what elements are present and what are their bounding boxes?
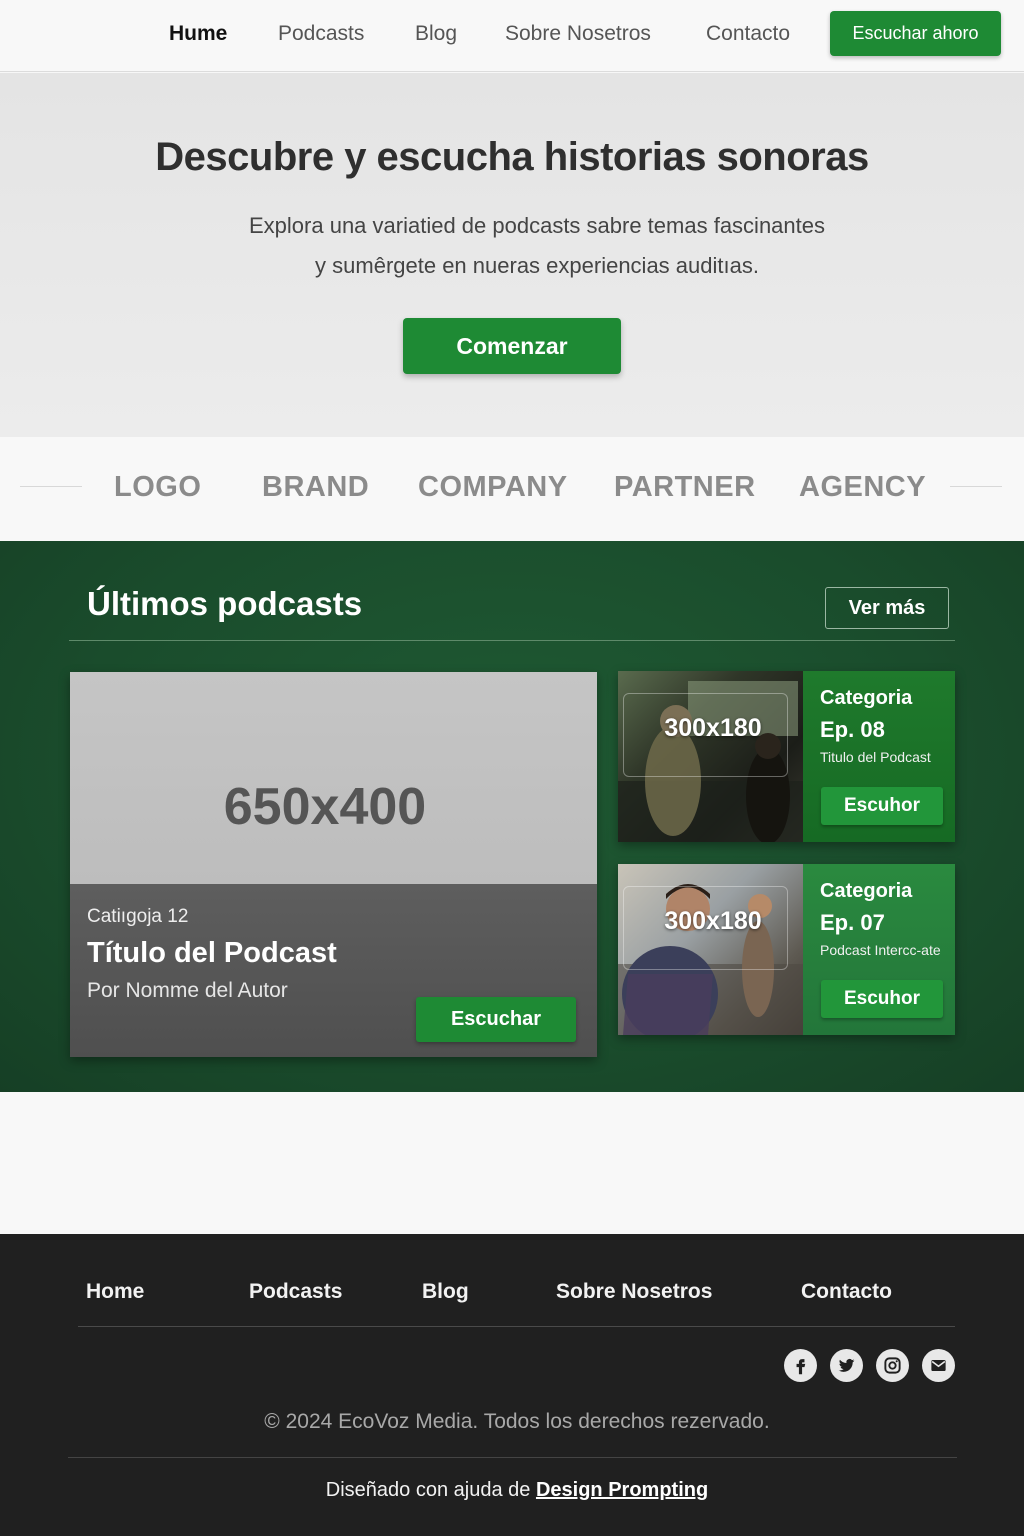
logo-item: LOGO (114, 471, 202, 503)
section-title: Últimos podcasts (87, 585, 363, 622)
facebook-icon[interactable] (784, 1349, 817, 1382)
footer-divider (78, 1326, 955, 1327)
featured-title: Título del Podcast (87, 937, 337, 969)
featured-listen-button[interactable]: Escuchar (416, 997, 576, 1042)
featured-author: Por Nomme del Autor (87, 979, 288, 1002)
nav-link-sobre-nosotros[interactable]: Sobre Nosetros (505, 22, 651, 46)
hero-section: Descubre y escucha historias sonoras Exp… (0, 73, 1024, 437)
logo-strip: LOGO BRAND COMPANY PARTNER AGENCY (0, 437, 1024, 541)
start-button[interactable]: Comenzar (403, 318, 621, 374)
footer-link-home[interactable]: Home (86, 1280, 144, 1304)
nav-link-blog[interactable]: Blog (415, 22, 457, 46)
hero-title: Descubre y escucha historias sonoras (155, 135, 869, 179)
company-item: COMPANY (418, 471, 568, 503)
podcast-card-body: Categoria Ep. 07 Podcast Intercc-ate Esc… (803, 864, 955, 1035)
card-category: Categoria (820, 687, 913, 709)
hero-subtitle: Explora una variatied de podcasts sabre … (0, 206, 1024, 286)
latest-podcasts-section: Últimos podcasts Ver más 650x400 Catiıgo… (0, 541, 1024, 1092)
copyright-text: © 2024 EcoVoz Media. Todos los derechos … (264, 1410, 770, 1433)
podcast-card-body: Categoria Ep. 08 Titulo del Podcast Escu… (803, 671, 955, 842)
design-prompting-link[interactable]: Design Prompting (536, 1479, 708, 1501)
twitter-icon[interactable] (830, 1349, 863, 1382)
top-navbar: Hume Podcasts Blog Sobre Nosetros Contac… (0, 0, 1024, 72)
designed-by-text: Diseñado con ajuda de Design Prompting (0, 1479, 1024, 1502)
logo-strip-divider-left (20, 486, 82, 487)
hero-subtitle-line-2: y sumêrgete en nueras experiencias audit… (315, 253, 759, 278)
featured-category: Catiıgoja 12 (87, 906, 189, 927)
footer-link-contacto[interactable]: Contacto (801, 1280, 892, 1304)
image-size-label: 650x400 (223, 778, 427, 836)
podcast-card: 300x180 Categoria Ep. 07 Podcast Intercc… (618, 864, 955, 1035)
instagram-icon[interactable] (876, 1349, 909, 1382)
footer-link-podcasts[interactable]: Podcasts (249, 1280, 342, 1304)
logo-strip-divider-right (950, 486, 1002, 487)
nav-link-home[interactable]: Hume (169, 22, 227, 46)
nav-link-podcasts[interactable]: Podcasts (278, 22, 364, 46)
featured-podcast-card: 650x400 Catiıgoja 12 Título del Podcast … (70, 672, 597, 1057)
podcast-card: 300x180 Categoria Ep. 08 Titulo del Podc… (618, 671, 955, 842)
footer-divider-bottom (68, 1457, 957, 1458)
featured-card-body: Catiıgoja 12 Título del Podcast Por Nomm… (70, 884, 597, 1057)
footer-link-blog[interactable]: Blog (422, 1280, 469, 1304)
email-icon[interactable] (922, 1349, 955, 1382)
designed-by-prefix: Diseñado con ajuda de (325, 1479, 531, 1501)
podcast-image-placeholder: 300x180 (618, 671, 803, 842)
card-subtitle: Titulo del Podcast (820, 749, 931, 765)
hero-subtitle-line-1: Explora una variatied de podcasts sabre … (249, 213, 825, 238)
nav-link-contacto[interactable]: Contacto (706, 22, 790, 46)
featured-image-placeholder: 650x400 (70, 672, 597, 884)
footer-link-sobre-nosotros[interactable]: Sobre Nosetros (556, 1280, 712, 1304)
image-size-label: 300x180 (664, 714, 762, 742)
see-more-button[interactable]: Ver más (825, 587, 949, 629)
footer: Home Podcasts Blog Sobre Nosetros Contac… (0, 1234, 1024, 1536)
image-size-label: 300x180 (664, 907, 762, 935)
listen-now-button[interactable]: Escuchar ahoro (830, 11, 1001, 56)
card-listen-button[interactable]: Escuhor (821, 787, 943, 825)
section-divider (69, 640, 955, 641)
card-episode: Ep. 07 (820, 910, 885, 935)
agency-item: AGENCY (799, 471, 927, 503)
brand-item: BRAND (262, 471, 370, 503)
card-category: Categoria (820, 880, 913, 902)
card-listen-button[interactable]: Escuhor (821, 980, 943, 1018)
card-episode: Ep. 08 (820, 717, 885, 742)
empty-section (0, 1092, 1024, 1234)
partner-item: PARTNER (614, 471, 756, 503)
podcast-image-placeholder: 300x180 (618, 864, 803, 1035)
card-subtitle: Podcast Intercc-ate (820, 942, 941, 958)
